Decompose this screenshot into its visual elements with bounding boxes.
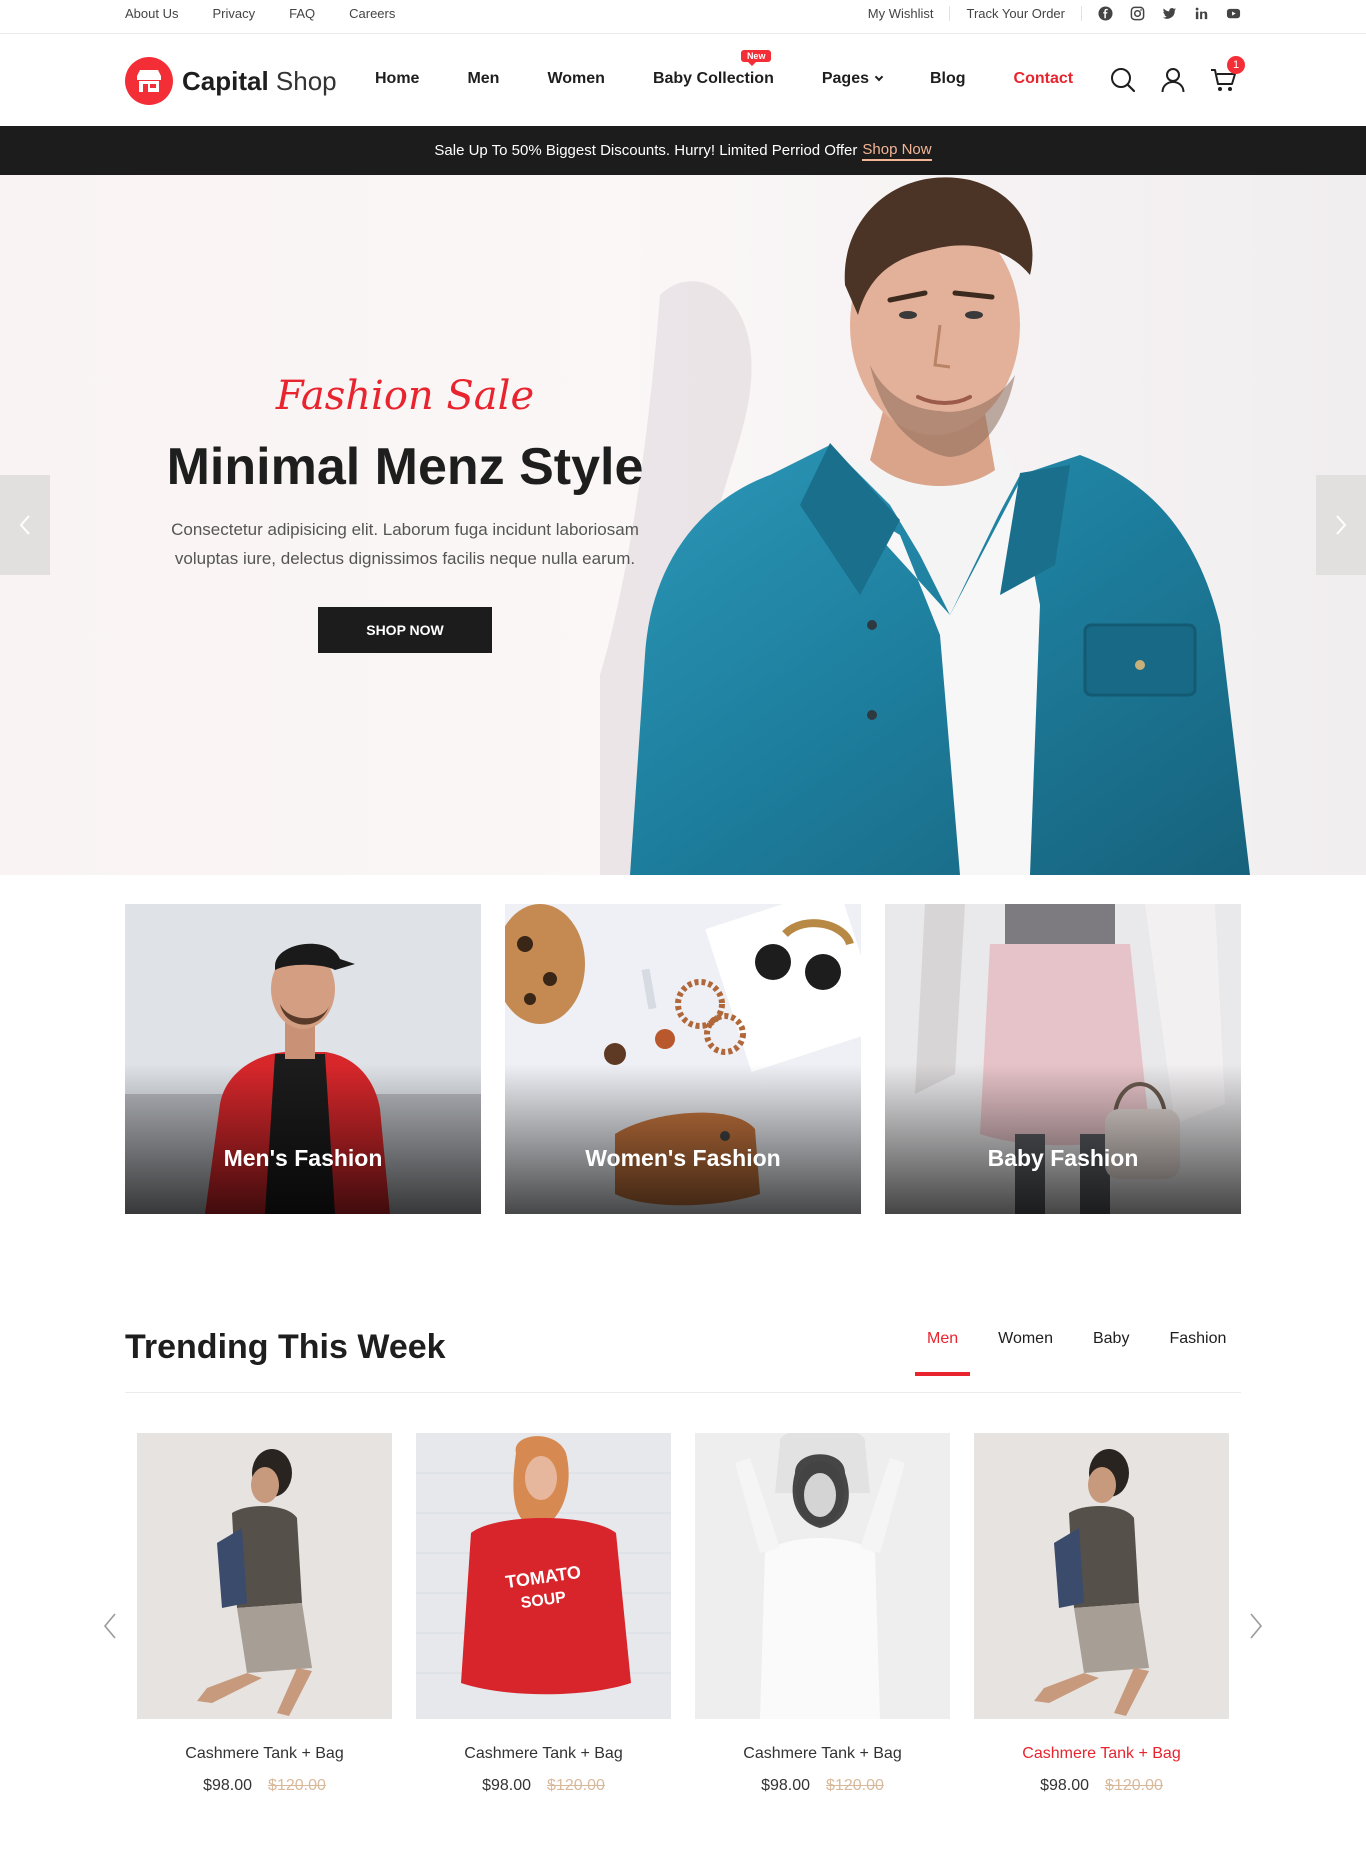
logo-light: Shop xyxy=(275,65,337,96)
product-card[interactable]: Cashmere Tank + Bag $98.00 $120.00 xyxy=(695,1433,950,1795)
category-womens-fashion[interactable]: Women's Fashion xyxy=(505,904,861,1214)
category-shade xyxy=(125,1064,481,1214)
category-baby-fashion[interactable]: Baby Fashion xyxy=(885,904,1241,1214)
nav-contact[interactable]: Contact xyxy=(1014,70,1074,88)
user-icon[interactable] xyxy=(1159,66,1187,94)
product-card[interactable]: Cashmere Tank + Bag $98.00 $120.00 xyxy=(974,1433,1229,1795)
nav-women[interactable]: Women xyxy=(547,70,604,88)
cart-count-badge: 1 xyxy=(1227,56,1245,74)
top-right: My Wishlist Track Your Order xyxy=(852,6,1241,21)
hero-next-button[interactable] xyxy=(1316,475,1366,575)
linkedin-icon[interactable] xyxy=(1194,6,1209,21)
promo-bar: Sale Up To 50% Biggest Discounts. Hurry!… xyxy=(0,126,1366,175)
product-image[interactable] xyxy=(974,1433,1229,1719)
tab-baby[interactable]: Baby xyxy=(1093,1330,1129,1376)
product-image[interactable] xyxy=(695,1433,950,1719)
facebook-icon[interactable] xyxy=(1098,6,1113,21)
top-links: About Us Privacy FAQ Careers xyxy=(125,6,429,21)
nav-baby-collection-label: Baby Collection xyxy=(652,70,774,87)
youtube-icon[interactable] xyxy=(1226,6,1241,21)
about-us-link[interactable]: About Us xyxy=(125,6,178,21)
site-logo[interactable]: Capital Shop xyxy=(125,57,337,105)
products-prev-arrow[interactable] xyxy=(103,1612,117,1640)
wishlist-link[interactable]: My Wishlist xyxy=(852,6,951,21)
trending-title: Trending This Week xyxy=(125,1328,446,1366)
logo-bold: Capital xyxy=(182,65,269,96)
current-price: $98.00 xyxy=(482,1777,532,1794)
social-links xyxy=(1082,6,1241,21)
category-banners: Men's Fashion Women's Fashion Baby Fashi… xyxy=(125,904,1241,1214)
chevron-down-icon xyxy=(874,72,884,82)
instagram-icon[interactable] xyxy=(1130,6,1145,21)
hero-title: Minimal Menz Style xyxy=(166,438,644,496)
hero-prev-button[interactable] xyxy=(0,475,50,575)
category-label: Women's Fashion xyxy=(585,1145,781,1171)
logo-text: Capital Shop xyxy=(182,66,337,97)
product-price: $98.00 $120.00 xyxy=(416,1777,671,1795)
new-badge: New xyxy=(740,50,772,66)
tab-fashion[interactable]: Fashion xyxy=(1169,1330,1226,1376)
main-nav: Home Men Women Baby Collection New Pages… xyxy=(375,50,1121,88)
category-label: Baby Fashion xyxy=(987,1145,1139,1171)
nav-men[interactable]: Men xyxy=(467,70,499,88)
nav-pages[interactable]: Pages xyxy=(821,70,884,88)
current-price: $98.00 xyxy=(761,1777,811,1794)
category-label: Men's Fashion xyxy=(223,1145,383,1171)
category-shade xyxy=(885,1064,1241,1214)
header-icons: 1 xyxy=(1109,56,1245,94)
hero-description: Consectetur adipisicing elit. Laborum fu… xyxy=(171,520,639,568)
faq-link[interactable]: FAQ xyxy=(289,6,315,21)
old-price: $120.00 xyxy=(547,1777,605,1794)
products-next-arrow[interactable] xyxy=(1249,1612,1263,1640)
product-name[interactable]: Cashmere Tank + Bag xyxy=(137,1745,392,1763)
product-image[interactable]: TOMATO SOUP xyxy=(416,1433,671,1719)
store-icon xyxy=(125,57,173,105)
product-name[interactable]: Cashmere Tank + Bag xyxy=(416,1745,671,1763)
search-icon[interactable] xyxy=(1109,66,1137,94)
twitter-icon[interactable] xyxy=(1162,6,1177,21)
careers-link[interactable]: Careers xyxy=(349,6,395,21)
nav-home[interactable]: Home xyxy=(375,70,419,88)
privacy-link[interactable]: Privacy xyxy=(212,6,255,21)
old-price: $120.00 xyxy=(826,1777,884,1794)
category-shade xyxy=(505,1064,861,1214)
product-card[interactable]: TOMATO SOUP Cashmere Tank + Bag $98.00 $1… xyxy=(416,1433,671,1795)
cart-icon[interactable]: 1 xyxy=(1209,56,1245,94)
top-bar: About Us Privacy FAQ Careers My Wishlist… xyxy=(0,0,1366,34)
category-mens-fashion[interactable]: Men's Fashion xyxy=(125,904,481,1214)
promo-text: Sale Up To 50% Biggest Discounts. Hurry!… xyxy=(434,142,858,159)
shop-now-button[interactable]: SHOP NOW xyxy=(318,607,492,653)
product-price: $98.00 $120.00 xyxy=(974,1777,1229,1795)
product-price: $98.00 $120.00 xyxy=(695,1777,950,1795)
track-order-link[interactable]: Track Your Order xyxy=(950,6,1082,21)
trending-tabs: Men Women Baby Fashion xyxy=(914,1330,1266,1376)
hero-slider: Fashion Sale Minimal Menz Style Consecte… xyxy=(0,175,1366,875)
nav-blog[interactable]: Blog xyxy=(930,70,966,88)
promo-shop-now-link[interactable]: Shop Now xyxy=(862,141,932,161)
divider xyxy=(125,1392,1241,1393)
product-name[interactable]: Cashmere Tank + Bag xyxy=(974,1745,1229,1763)
product-name[interactable]: Cashmere Tank + Bag xyxy=(695,1745,950,1763)
current-price: $98.00 xyxy=(1040,1777,1090,1794)
chevron-right-icon xyxy=(1336,515,1347,535)
main-header: Capital Shop Home Men Women Baby Collect… xyxy=(0,34,1366,126)
hero-subtitle: Fashion Sale xyxy=(275,373,535,419)
product-price: $98.00 $120.00 xyxy=(137,1777,392,1795)
nav-baby-collection[interactable]: Baby Collection New xyxy=(652,50,774,88)
old-price: $120.00 xyxy=(1105,1777,1163,1794)
tab-women[interactable]: Women xyxy=(998,1330,1053,1376)
hero-model-image xyxy=(600,177,1250,875)
current-price: $98.00 xyxy=(203,1777,253,1794)
hero-content: Fashion Sale Minimal Menz Style Consecte… xyxy=(125,373,685,653)
tab-men[interactable]: Men xyxy=(914,1330,971,1376)
product-carousel: Cashmere Tank + Bag $98.00 $120.00 TOMATO… xyxy=(137,1433,1229,1795)
nav-pages-label: Pages xyxy=(821,70,869,87)
product-image[interactable] xyxy=(137,1433,392,1719)
chevron-left-icon xyxy=(19,515,30,535)
product-card[interactable]: Cashmere Tank + Bag $98.00 $120.00 xyxy=(137,1433,392,1795)
old-price: $120.00 xyxy=(268,1777,326,1794)
